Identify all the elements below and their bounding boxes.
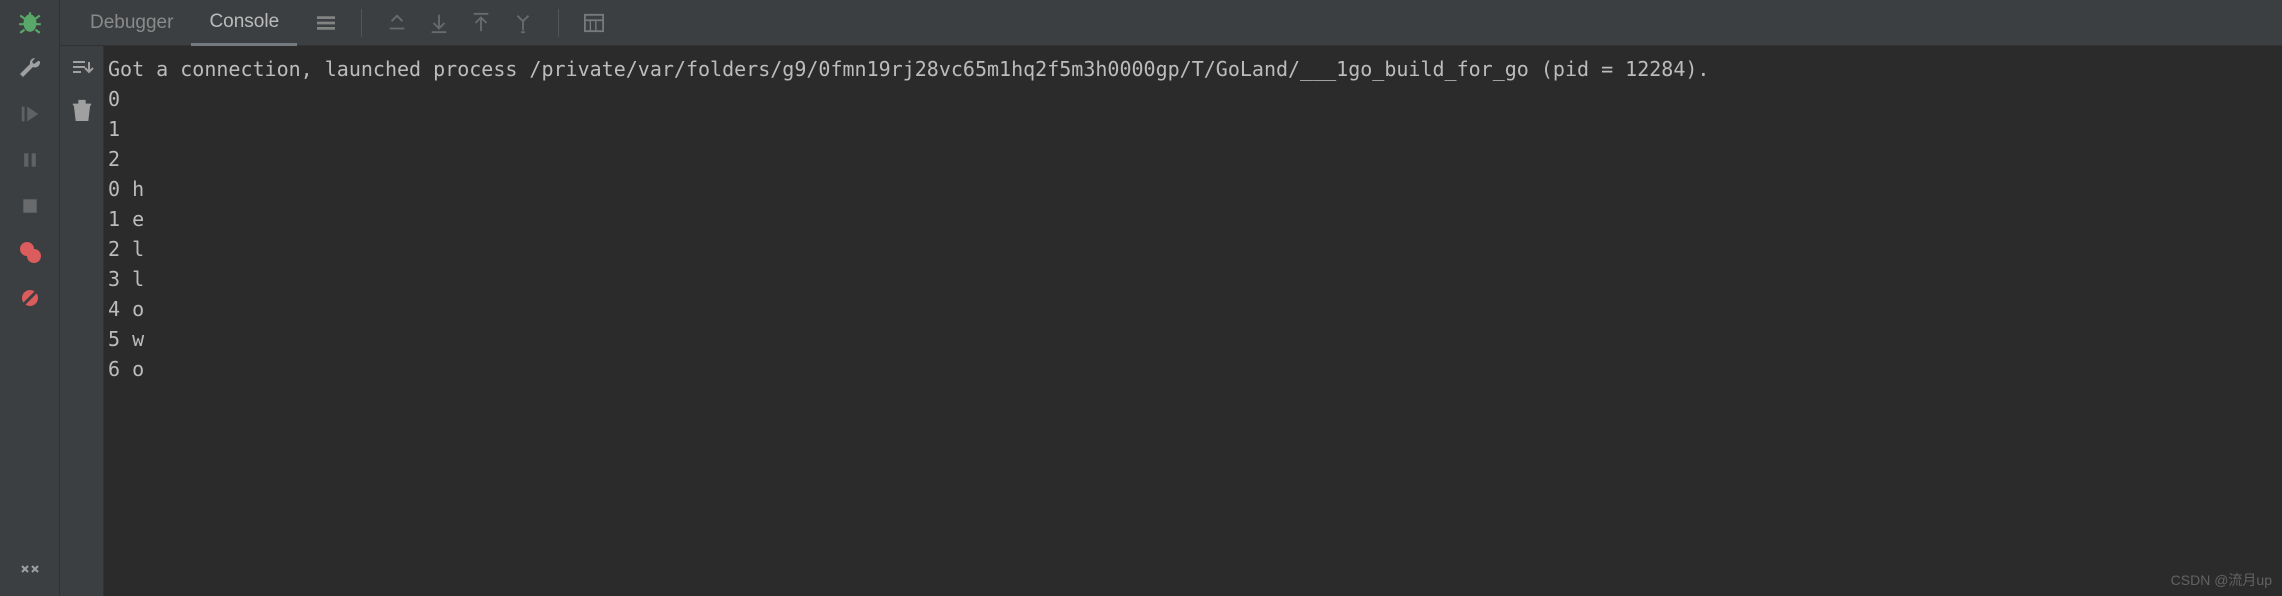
watermark: CSDN @流月up xyxy=(2171,570,2272,590)
toolbar-separator xyxy=(361,9,362,37)
step-down-icon[interactable] xyxy=(424,8,454,38)
step-out-icon[interactable] xyxy=(382,8,412,38)
console-line: 0 h xyxy=(108,174,2278,204)
wrench-icon[interactable] xyxy=(16,54,44,82)
console-line: Got a connection, launched process /priv… xyxy=(108,54,2278,84)
run-to-cursor-icon[interactable] xyxy=(508,8,538,38)
evaluate-icon[interactable] xyxy=(579,8,609,38)
more-icon[interactable] xyxy=(16,556,44,584)
console-line: 5 w xyxy=(108,324,2278,354)
console-line: 2 xyxy=(108,144,2278,174)
console-line: 4 o xyxy=(108,294,2278,324)
step-up-icon[interactable] xyxy=(466,8,496,38)
debug-side-gutter xyxy=(0,0,60,596)
stop-icon[interactable] xyxy=(16,192,44,220)
console-line: 1 xyxy=(108,114,2278,144)
console-line: 0 xyxy=(108,84,2278,114)
console-line: 2 l xyxy=(108,234,2278,264)
resume-icon[interactable] xyxy=(16,100,44,128)
scroll-to-end-icon[interactable] xyxy=(70,56,94,80)
tab-debugger[interactable]: Debugger xyxy=(72,0,191,46)
bug-icon[interactable] xyxy=(16,8,44,36)
console-toolstrip xyxy=(60,46,104,596)
content-row: Got a connection, launched process /priv… xyxy=(60,46,2282,596)
console-output[interactable]: Got a connection, launched process /priv… xyxy=(104,46,2282,596)
toolbar-separator xyxy=(558,9,559,37)
console-line: 6 o xyxy=(108,354,2278,384)
main-area: Debugger Console xyxy=(60,0,2282,596)
console-line: 3 l xyxy=(108,264,2278,294)
console-line: 1 e xyxy=(108,204,2278,234)
debug-tabbar: Debugger Console xyxy=(60,0,2282,46)
mute-breakpoints-icon[interactable] xyxy=(16,284,44,312)
settings-icon[interactable] xyxy=(311,8,341,38)
clear-all-icon[interactable] xyxy=(71,98,93,122)
tab-console[interactable]: Console xyxy=(191,0,297,46)
pause-icon[interactable] xyxy=(16,146,44,174)
breakpoints-icon[interactable] xyxy=(16,238,44,266)
